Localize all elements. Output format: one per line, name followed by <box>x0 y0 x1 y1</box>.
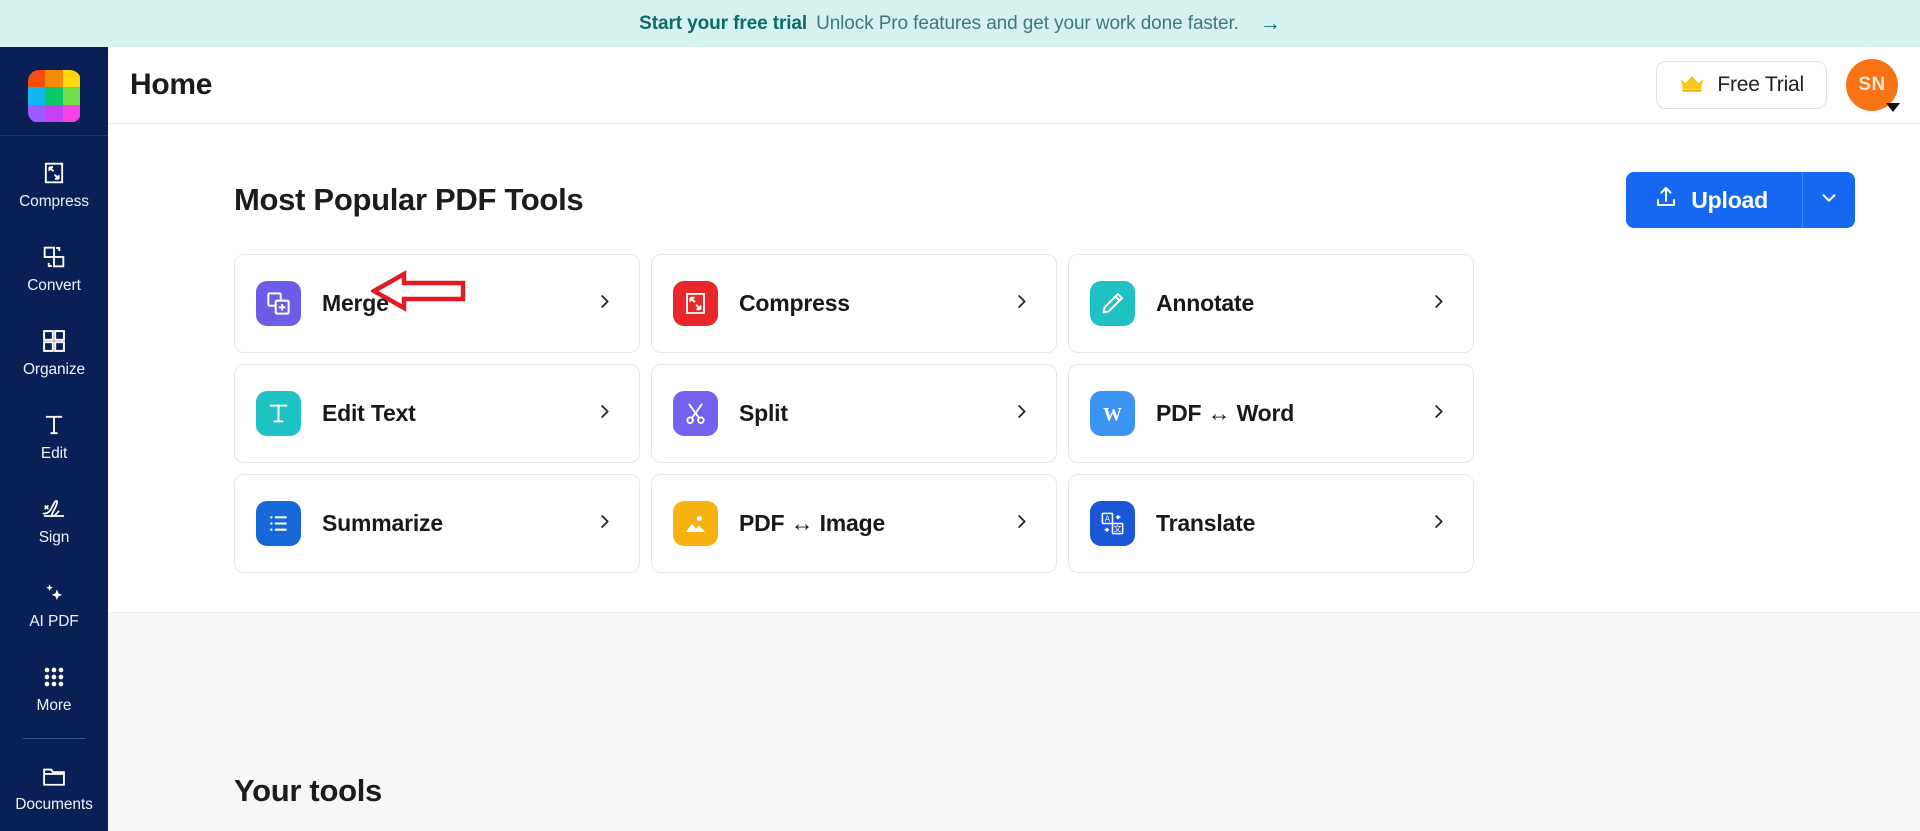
tool-card-summarize[interactable]: Summarize <box>234 474 640 573</box>
folder-icon <box>40 762 68 790</box>
sidebar-item-label: Convert <box>27 276 81 294</box>
chevron-right-icon <box>1012 292 1031 316</box>
sidebar-item-organize[interactable]: Organize <box>0 310 108 394</box>
lower-section: Your tools <box>108 612 1920 831</box>
sidebar: Compress Convert Organize Edit Sign AI P… <box>0 47 108 831</box>
tool-card-translate[interactable]: A 文 Translate <box>1068 474 1474 573</box>
signature-icon <box>40 495 68 523</box>
page-title: Home <box>130 68 213 101</box>
app-logo[interactable] <box>0 57 108 135</box>
organize-icon <box>40 327 68 355</box>
logo-grid <box>27 69 81 123</box>
promo-banner-headline: Start your free trial <box>639 13 808 34</box>
svg-text:A: A <box>1105 514 1111 523</box>
free-trial-button[interactable]: Free Trial <box>1656 61 1827 109</box>
svg-text:文: 文 <box>1114 524 1122 534</box>
tool-label: Merge <box>322 290 389 316</box>
sidebar-item-sign[interactable]: Sign <box>0 478 108 562</box>
sidebar-item-documents[interactable]: Documents <box>0 745 108 829</box>
sidebar-item-label: AI PDF <box>29 612 79 630</box>
sparkles-icon <box>40 579 68 607</box>
tool-label: Split <box>739 400 788 426</box>
tool-card-edit-text[interactable]: Edit Text <box>234 364 640 463</box>
chevron-right-icon <box>1012 402 1031 426</box>
tool-label: Compress <box>739 290 850 316</box>
chevron-down-icon <box>1818 187 1840 214</box>
sidebar-item-convert[interactable]: Convert <box>0 226 108 310</box>
tool-label: Annotate <box>1156 290 1255 316</box>
sidebar-item-edit[interactable]: Edit <box>0 394 108 478</box>
app-root: Start your free trial Unlock Pro feature… <box>0 0 1920 831</box>
section-title: Most Popular PDF Tools <box>234 182 584 217</box>
chevron-right-icon <box>1012 512 1031 536</box>
top-header: Home Free Trial SN <box>108 47 1920 124</box>
chevron-right-icon <box>1429 402 1448 426</box>
svg-text:W: W <box>1103 404 1122 425</box>
chevron-right-icon <box>1429 292 1448 316</box>
promo-banner[interactable]: Start your free trial Unlock Pro feature… <box>0 0 1920 47</box>
promo-banner-subtext: Unlock Pro features and get your work do… <box>816 13 1239 34</box>
compress-icon <box>40 159 68 187</box>
upload-icon <box>1654 185 1678 215</box>
tool-label: PDF ↔ Image <box>739 510 886 536</box>
chevron-down-icon <box>1886 103 1900 112</box>
tool-card-split[interactable]: Split <box>651 364 1057 463</box>
section-header: Most Popular PDF Tools Upload <box>108 124 1920 228</box>
image-icon <box>673 501 718 546</box>
chevron-right-icon <box>595 292 614 316</box>
scissors-icon <box>673 391 718 436</box>
word-icon: W <box>1090 391 1135 436</box>
sidebar-item-more[interactable]: More <box>0 646 108 730</box>
tool-card-merge[interactable]: Merge <box>234 254 640 353</box>
sidebar-item-label: Organize <box>22 360 86 378</box>
sidebar-item-label: Documents <box>15 795 93 813</box>
tool-card-pdf-word[interactable]: W PDF ↔ Word <box>1068 364 1474 463</box>
lower-section-title: Your tools <box>234 773 382 808</box>
grid-dots-icon <box>40 663 68 691</box>
upload-button[interactable]: Upload <box>1626 172 1803 228</box>
sidebar-item-compress[interactable]: Compress <box>0 142 108 226</box>
upload-label: Upload <box>1691 186 1768 213</box>
convert-icon <box>40 243 68 271</box>
tool-label: PDF ↔ Word <box>1156 400 1295 426</box>
sidebar-nav: Compress Convert Organize Edit Sign AI P… <box>0 136 108 829</box>
tool-label: Summarize <box>322 510 443 536</box>
tool-card-pdf-image[interactable]: PDF ↔ Image <box>651 474 1057 573</box>
merge-icon <box>256 281 301 326</box>
chevron-right-icon <box>595 402 614 426</box>
main-content: Most Popular PDF Tools Upload Merge Comp… <box>108 124 1920 831</box>
tool-card-compress[interactable]: Compress <box>651 254 1057 353</box>
tool-card-annotate[interactable]: Annotate <box>1068 254 1474 353</box>
user-menu[interactable]: SN <box>1846 59 1900 112</box>
header-actions: Free Trial SN <box>1656 59 1920 112</box>
tool-label: Edit Text <box>322 400 416 426</box>
promo-banner-content: Start your free trial Unlock Pro feature… <box>639 12 1281 35</box>
tools-grid: Merge Compress Annotate Edit Text Split … <box>108 228 1920 573</box>
sidebar-item-label: Compress <box>19 192 89 210</box>
sidebar-divider <box>23 738 85 739</box>
sidebar-item-ai-pdf[interactable]: AI PDF <box>0 562 108 646</box>
list-icon <box>256 501 301 546</box>
sidebar-item-label: Sign <box>38 528 70 546</box>
free-trial-label: Free Trial <box>1717 73 1804 96</box>
compress-icon <box>673 281 718 326</box>
arrow-right-icon: → <box>1259 12 1281 35</box>
tool-label: Translate <box>1156 510 1256 536</box>
chevron-right-icon <box>595 512 614 536</box>
translate-icon: A 文 <box>1090 501 1135 546</box>
pencil-icon <box>1090 281 1135 326</box>
upload-button-group: Upload <box>1626 172 1855 228</box>
text-icon <box>256 391 301 436</box>
crown-icon <box>1679 73 1705 98</box>
upload-dropdown-button[interactable] <box>1803 172 1855 228</box>
sidebar-item-label: More <box>36 696 72 714</box>
chevron-right-icon <box>1429 512 1448 536</box>
sidebar-item-label: Edit <box>40 444 68 462</box>
edit-text-icon <box>40 411 68 439</box>
